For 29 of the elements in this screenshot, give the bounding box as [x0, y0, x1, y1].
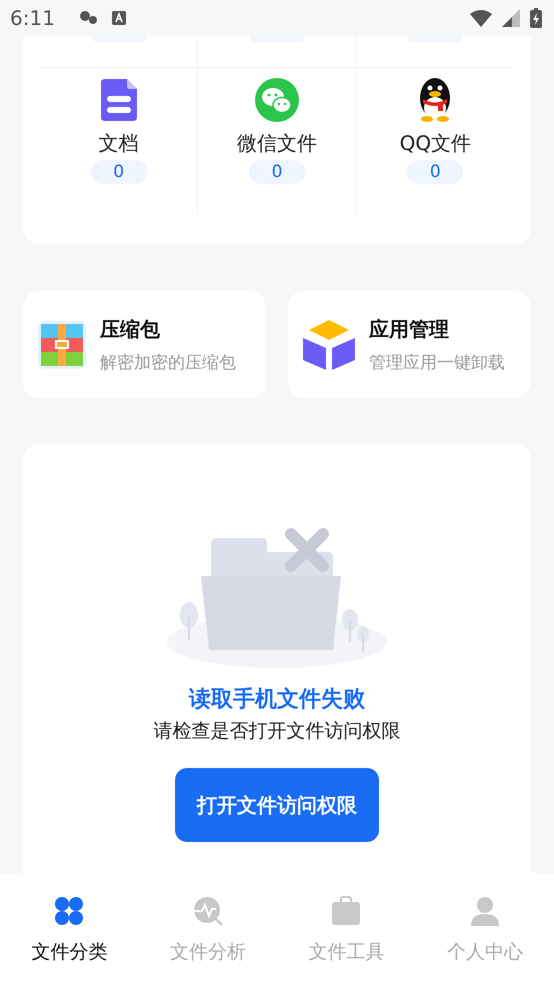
briefcase-icon	[330, 895, 362, 927]
tool-card[interactable]: 应用管理 管理应用一键卸载	[288, 291, 531, 398]
category-label[interactable]: 文档	[98, 132, 139, 154]
person-icon	[468, 895, 501, 927]
cube-icon	[303, 320, 355, 370]
status-time: 6:11	[10, 6, 55, 30]
nav-tab[interactable]: 文件分类	[0, 873, 138, 984]
document-icon	[100, 78, 137, 122]
tool-title: 应用管理	[369, 316, 450, 342]
app-notification-icon	[110, 10, 127, 26]
count-badge: 0	[90, 160, 147, 184]
open-permission-button[interactable]: 打开文件访问权限	[175, 768, 379, 842]
error-title: 读取手机文件失败	[189, 686, 365, 714]
error-message: 请检查是否打开文件访问权限	[154, 719, 400, 744]
tool-card[interactable]: 压缩包 解密加密的压缩包	[23, 291, 266, 398]
tool-description: 管理应用一键卸载	[369, 352, 505, 374]
analysis-icon	[192, 895, 224, 927]
count-badge: 0	[248, 160, 305, 184]
archive-icon	[38, 320, 86, 368]
category-label[interactable]: QQ文件	[400, 132, 472, 154]
wifi-icon	[470, 9, 492, 27]
four-circles-icon	[53, 895, 86, 927]
count-badge: 0	[407, 160, 464, 184]
category-label[interactable]: 微信文件	[236, 132, 317, 154]
signal-icon	[502, 9, 520, 27]
tool-description: 解密加密的压缩包	[100, 352, 236, 374]
tool-title: 压缩包	[100, 316, 161, 342]
chat-bubbles-icon	[254, 78, 299, 122]
battery-icon	[530, 8, 542, 28]
